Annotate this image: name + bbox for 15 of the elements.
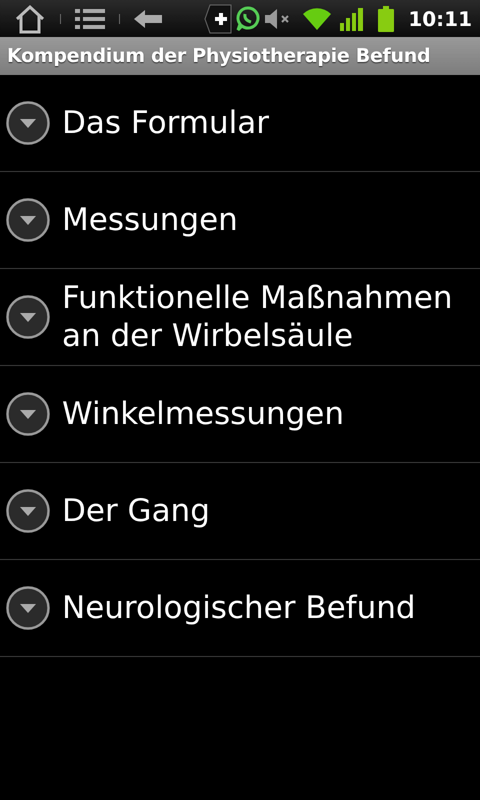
battery-icon bbox=[378, 6, 394, 32]
home-icon[interactable] bbox=[14, 4, 46, 34]
back-icon[interactable] bbox=[134, 8, 162, 28]
chat-icon bbox=[236, 6, 260, 32]
list-group-item[interactable]: Neurologischer Befund bbox=[0, 560, 480, 656]
list-group-item[interactable]: Winkelmessungen bbox=[0, 366, 480, 462]
app-title: Kompendium der Physiotherapie Befund bbox=[7, 45, 430, 67]
list-group-item[interactable]: Das Formular bbox=[0, 75, 480, 171]
wifi-icon bbox=[302, 6, 332, 30]
menu-icon[interactable] bbox=[75, 8, 105, 30]
list-group-item[interactable]: Funktionelle Maßnahmen an der Wirbelsäule bbox=[0, 269, 480, 365]
list-group-item[interactable]: Der Gang bbox=[0, 463, 480, 559]
list-group-item[interactable]: Messungen bbox=[0, 172, 480, 268]
clock-time: 10:11 bbox=[408, 6, 472, 30]
plus-icon bbox=[204, 4, 232, 34]
